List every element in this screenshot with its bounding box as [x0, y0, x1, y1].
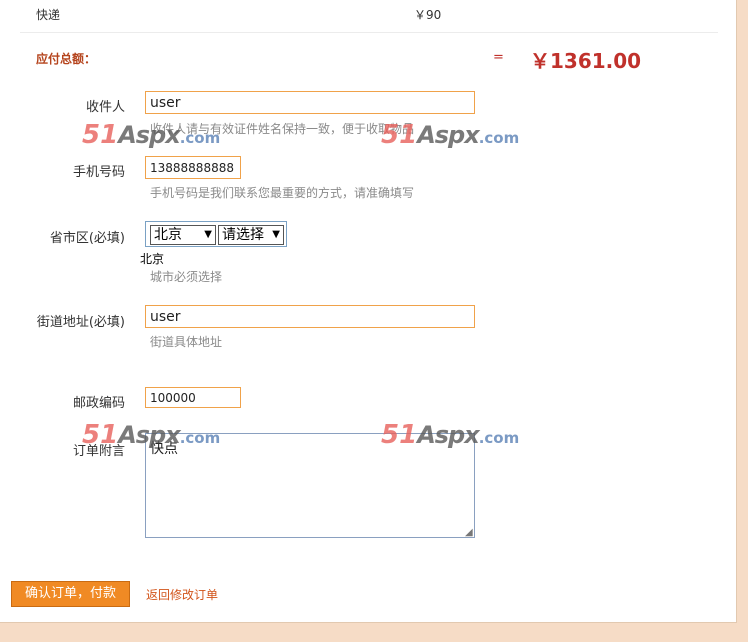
chevron-down-icon: ▼: [272, 229, 280, 240]
region-selected-text: 北京: [140, 252, 165, 266]
watermark-aspx: Aspx: [118, 421, 181, 449]
chevron-down-icon: ▼: [204, 229, 212, 240]
region-hint: 城市必须选择: [150, 270, 223, 284]
watermark-logo: 51Aspx.com: [381, 120, 519, 150]
total-label: 应付总额：: [36, 52, 97, 66]
province-select-value: 北京: [154, 227, 182, 243]
order-panel: 快递 ￥90 应付总额： = ￥1361.00 收件人 收件人请与有效证件姓名保…: [0, 0, 737, 623]
watermark-com: .com: [179, 429, 221, 447]
receiver-input[interactable]: [145, 91, 475, 114]
watermark-logo: 51Aspx.com: [82, 120, 220, 150]
postcode-input[interactable]: [145, 387, 241, 408]
watermark-51: 51: [82, 120, 119, 150]
phone-input[interactable]: [145, 156, 241, 179]
province-select[interactable]: 北京 ▼: [150, 225, 216, 245]
shipping-price: ￥90: [414, 8, 442, 22]
watermark-51: 51: [381, 120, 418, 150]
city-select-value: 请选择: [222, 227, 264, 243]
watermark-logo: 51Aspx.com: [381, 420, 519, 450]
watermark-51: 51: [381, 420, 418, 450]
watermark-com: .com: [478, 429, 520, 447]
street-label: 街道地址(必填): [36, 315, 125, 330]
postcode-label: 邮政编码: [72, 396, 125, 411]
street-input[interactable]: [145, 305, 475, 328]
receiver-label: 收件人: [85, 100, 125, 115]
watermark-51: 51: [82, 420, 119, 450]
watermark-com: .com: [478, 129, 520, 147]
phone-label: 手机号码: [72, 165, 125, 180]
divider: [20, 32, 718, 33]
confirm-order-button[interactable]: 确认订单，付款: [11, 581, 130, 607]
city-select[interactable]: 请选择 ▼: [218, 225, 284, 245]
watermark-aspx: Aspx: [417, 121, 480, 149]
back-to-edit-link[interactable]: 返回修改订单: [146, 586, 218, 603]
total-equals: =: [493, 50, 504, 65]
watermark-com: .com: [179, 129, 221, 147]
resize-grip-icon[interactable]: ◢: [465, 527, 473, 538]
shipping-label: 快递: [36, 8, 61, 22]
watermark-aspx: Aspx: [417, 421, 480, 449]
phone-hint: 手机号码是我们联系您最重要的方式，请准确填写: [150, 186, 415, 200]
region-label: 省市区(必填): [49, 231, 125, 246]
region-select-group: 北京 ▼ 请选择 ▼: [145, 221, 287, 247]
total-amount: ￥1361.00: [530, 49, 642, 73]
watermark-logo: 51Aspx.com: [82, 420, 220, 450]
street-hint: 街道具体地址: [150, 335, 223, 349]
watermark-aspx: Aspx: [118, 121, 181, 149]
